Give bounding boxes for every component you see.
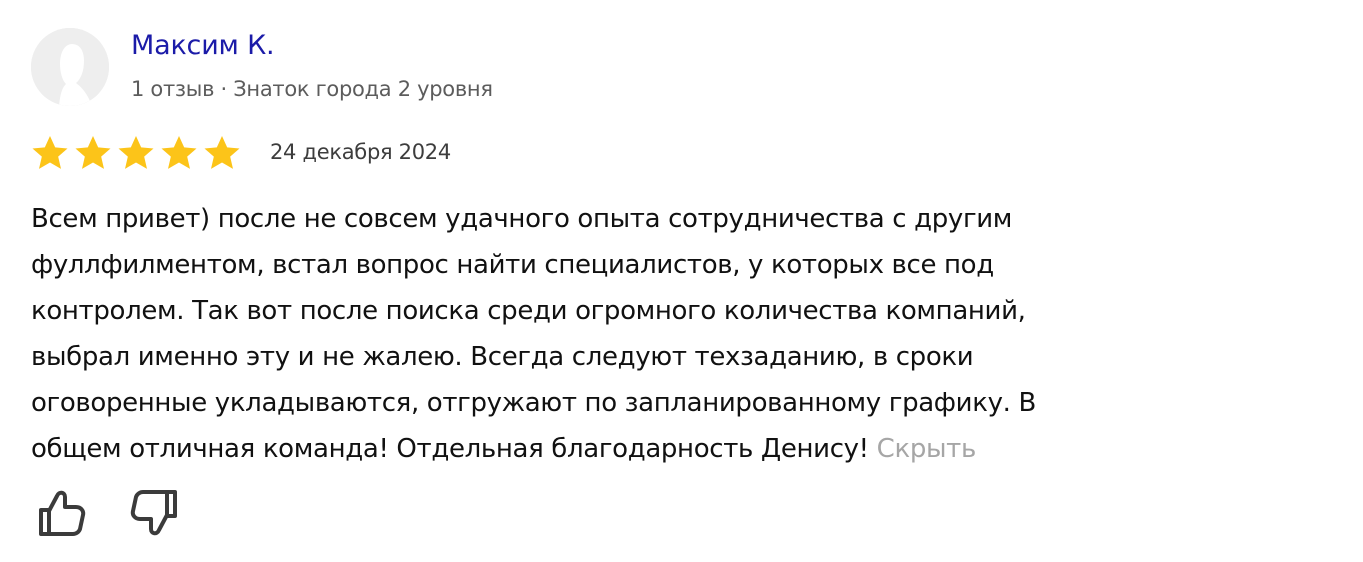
hide-review-link[interactable]: Скрыть [877,434,977,464]
thumbs-down-icon [130,490,177,536]
review-text-line: Всем привет) после не совсем удачного оп… [31,204,1013,234]
review-text: Всем привет) после не совсем удачного оп… [31,196,1331,472]
review-date: 24 декабря 2024 [270,140,451,164]
author-name[interactable]: Максим К. [131,28,275,64]
review-text-last-line: общем отличная команда! Отдельная благод… [31,426,1331,472]
rating-stars [30,133,242,173]
like-button[interactable] [36,486,88,540]
star-icon [159,133,199,173]
review-text-line: контролем. Так вот после поиска среди ог… [31,296,1026,326]
dislike-button[interactable] [128,486,180,540]
review-text-line: фуллфилментом, встал вопрос найти специа… [31,250,994,280]
review-text-line: выбрал именно эту и не жалею. Всегда сле… [31,342,974,372]
review-text-line: оговоренные укладываются, отгружают по з… [31,388,1036,418]
user-silhouette-icon [31,28,109,106]
reactions-bar [36,486,180,540]
star-icon [30,133,70,173]
thumbs-up-icon [39,490,86,536]
author-meta: 1 отзыв · Знаток города 2 уровня [131,77,493,101]
review-text-line: общем отличная команда! Отдельная благод… [31,434,869,464]
avatar[interactable] [31,28,109,106]
review-card: Максим К. 1 отзыв · Знаток города 2 уров… [0,0,1363,562]
star-icon [73,133,113,173]
star-icon [116,133,156,173]
star-icon [202,133,242,173]
